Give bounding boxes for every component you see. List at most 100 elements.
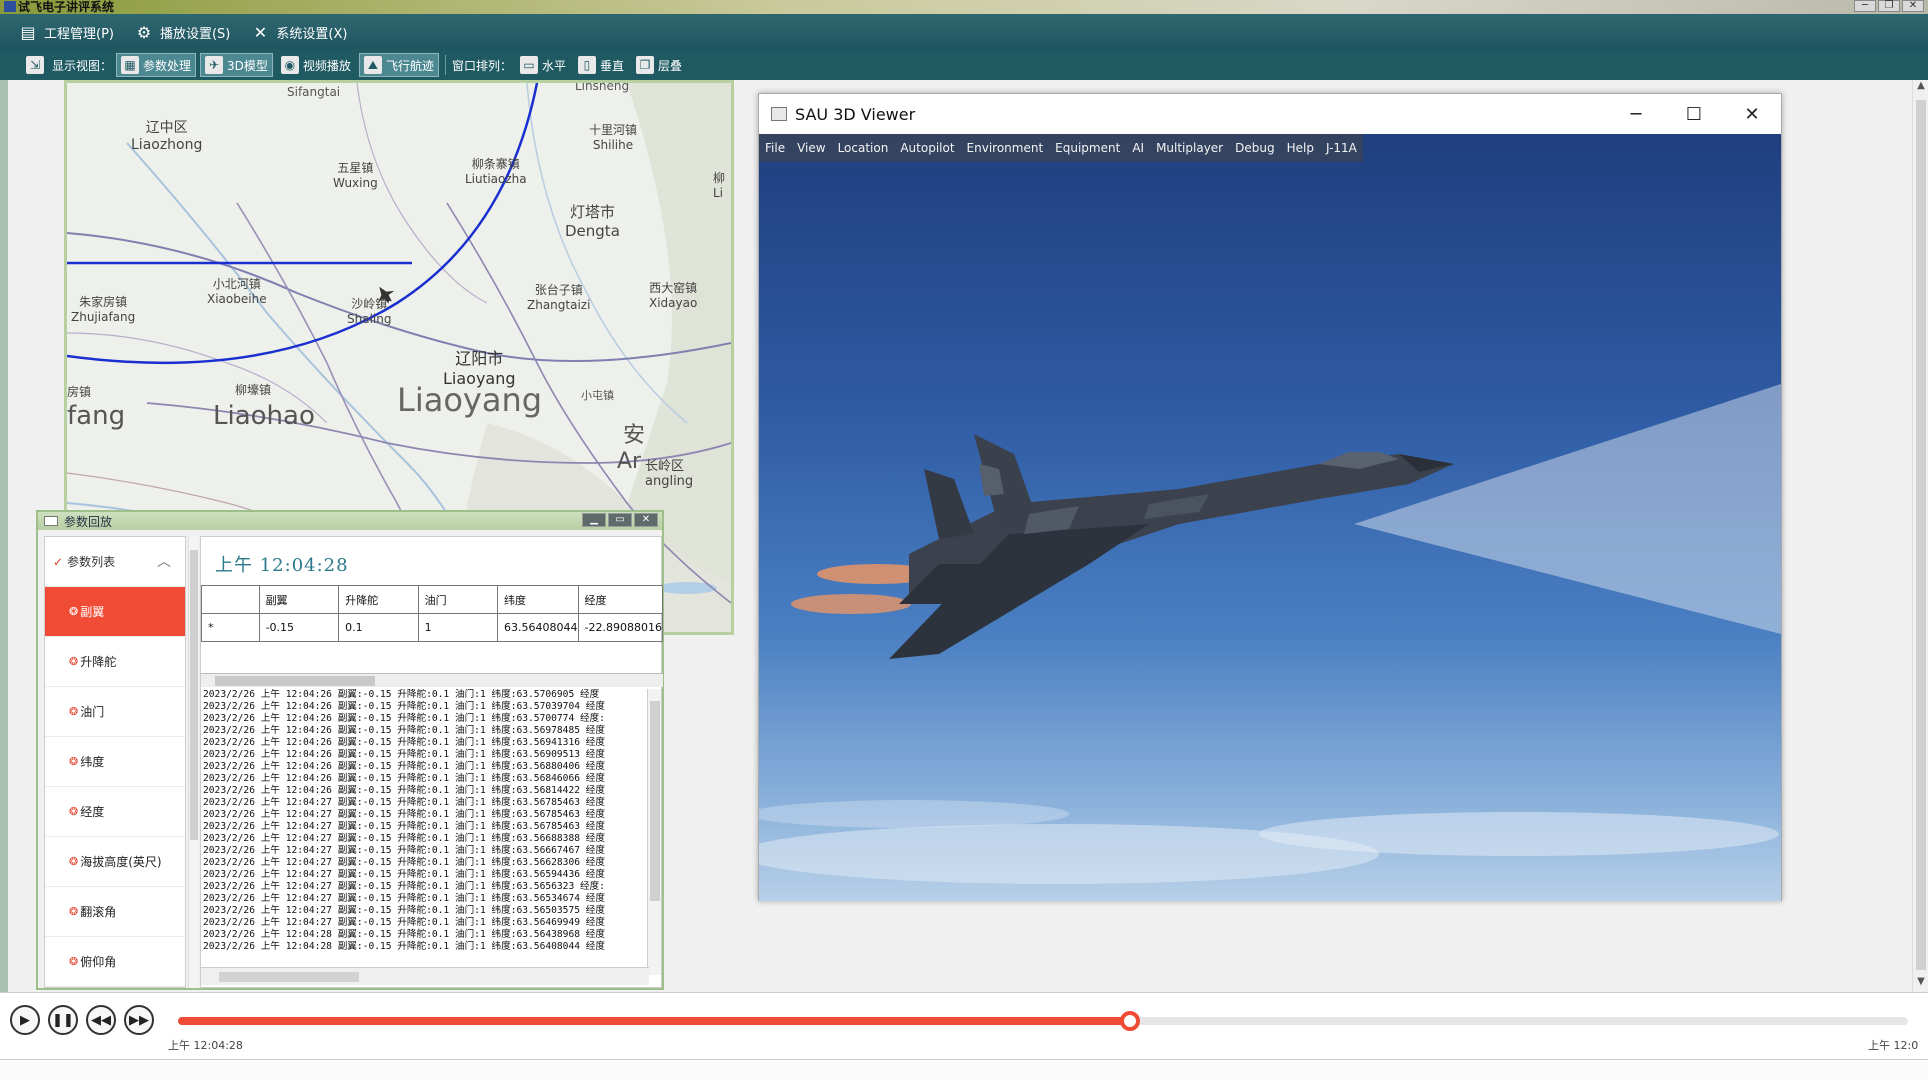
- map-label-zhujiafang-cn: 朱家房镇: [79, 295, 128, 309]
- scroll-up-icon[interactable]: ▲: [1913, 80, 1928, 96]
- table-cell[interactable]: 1: [417, 613, 499, 642]
- log-line: 2023/2/26 上午 12:04:27 副翼:-0.15 升降舵:0.1 油…: [203, 893, 605, 904]
- table-cell[interactable]: *: [201, 613, 260, 642]
- param-table-header: 纬度: [497, 585, 579, 614]
- map-label-zhangtaizi-en: Zhangtaizi: [527, 298, 591, 312]
- arrange-horizontal-button[interactable]: ▭ 水平: [516, 53, 570, 77]
- map-label-dengta: 灯塔市 Dengta: [565, 201, 620, 240]
- map-label-liu-en: Li: [713, 186, 724, 200]
- map-label-wuxing-cn: 五星镇: [337, 161, 374, 175]
- map-label-linsheng: Linsheng: [575, 80, 630, 93]
- viewer-3d-scene[interactable]: File View Location Autopilot Environment…: [759, 134, 1781, 901]
- view-video-button[interactable]: ◉ 视频播放: [277, 53, 355, 77]
- playback-slider-handle[interactable]: [1119, 1011, 1140, 1031]
- view-params-button[interactable]: ▦ 参数处理: [116, 53, 197, 77]
- chevron-up-icon[interactable]: ︿: [157, 551, 171, 571]
- param-list-item[interactable]: ❂ 海拔高度(英尺): [45, 837, 185, 887]
- toolbar-lead-icon: ⇲: [22, 53, 48, 77]
- arrange-vertical-label: 垂直: [599, 58, 624, 73]
- param-list-item[interactable]: ❂ 副翼: [45, 587, 185, 637]
- param-list-scrollbar[interactable]: [188, 536, 198, 988]
- gear-icon: ⚙: [136, 22, 152, 42]
- map-label-liutiaozhai: 柳条寨镇 Liutiaozha: [465, 155, 527, 186]
- param-item-label: 经度: [80, 805, 105, 819]
- param-table-header-row: 副翼 升降舵 油门 纬度 经度: [201, 585, 664, 614]
- param-window-icon: [44, 516, 58, 526]
- viewer-maximize-button[interactable]: ☐: [1665, 94, 1723, 134]
- viewer-minimize-button[interactable]: ─: [1607, 94, 1665, 134]
- restore-button[interactable]: ❐: [1878, 0, 1900, 12]
- log-line: 2023/2/26 上午 12:04:26 副翼:-0.15 升降舵:0.1 油…: [203, 785, 605, 796]
- horizontal-icon: ▭: [519, 56, 538, 74]
- pause-button[interactable]: ❚❚: [48, 1005, 78, 1035]
- param-list-item[interactable]: ❂ 升降舵: [45, 637, 185, 687]
- param-playback-window[interactable]: 参数回放 ▁ ▭ ✕ ✓ 参数列表 ︿ ❂ 副翼 ❂ 升降舵 ❂ 油门 ❂ 纬度 ❂ 经度…: [36, 510, 664, 990]
- param-item-label: 升降舵: [80, 655, 117, 669]
- view-3d-button[interactable]: ✈ 3D模型: [200, 53, 273, 77]
- param-list-item[interactable]: ❂ 纬度: [45, 737, 185, 787]
- log-line: 2023/2/26 上午 12:04:27 副翼:-0.15 升降舵:0.1 油…: [203, 821, 605, 832]
- map-label-liu: 柳 Li: [713, 169, 725, 200]
- table-cell[interactable]: -22.89088016: [577, 613, 664, 642]
- param-close-button[interactable]: ✕: [634, 513, 658, 527]
- menu-project[interactable]: ▤ 工程管理(P): [18, 22, 114, 42]
- table-row[interactable]: * -0.15 0.1 1 63.56408044 -22.89088016: [201, 613, 664, 642]
- log-hscroll-thumb[interactable]: [219, 972, 359, 982]
- bullet-icon: ❂: [69, 905, 79, 918]
- arrange-vertical-button[interactable]: ▯ 垂直: [574, 53, 628, 77]
- playback-progress-track[interactable]: [178, 1011, 1908, 1031]
- map-label-xidayao: 西大窑镇 Xidayao: [649, 279, 697, 310]
- rewind-button[interactable]: ◀◀: [86, 1005, 116, 1035]
- log-hscrollbar[interactable]: [201, 967, 649, 985]
- param-window-titlebar[interactable]: 参数回放: [38, 512, 662, 530]
- param-maximize-button[interactable]: ▭: [608, 513, 632, 527]
- table-icon: ▦: [121, 56, 140, 74]
- param-item-label: 油门: [80, 705, 105, 719]
- map-label-liutiaozhai-en: Liutiaozha: [465, 172, 527, 186]
- param-list-item[interactable]: ❂ 俯仰角: [45, 937, 185, 987]
- map-label-zhangtaizi-cn: 张台子镇: [534, 283, 583, 297]
- log-line: 2023/2/26 上午 12:04:27 副翼:-0.15 升降舵:0.1 油…: [203, 917, 605, 928]
- close-button[interactable]: ✕: [1902, 0, 1924, 12]
- table-hscrollbar[interactable]: [201, 673, 663, 687]
- viewer-close-button[interactable]: ✕: [1723, 94, 1781, 134]
- view-track-button[interactable]: ⛰ 飞行航迹: [358, 53, 439, 77]
- log-vscroll-thumb[interactable]: [650, 701, 660, 901]
- map-label-xiaobeihe-en: Xiaobeihe: [207, 292, 267, 306]
- table-cell[interactable]: 0.1: [338, 613, 419, 642]
- workspace-vscrollbar[interactable]: ▲ ▼: [1912, 80, 1928, 992]
- table-cell[interactable]: -0.15: [258, 613, 340, 642]
- play-button[interactable]: ▶: [10, 1005, 40, 1035]
- param-list-header[interactable]: ✓ 参数列表 ︿: [45, 537, 185, 587]
- param-minimize-button[interactable]: ▁: [582, 513, 606, 527]
- view-params-label: 参数处理: [143, 58, 192, 73]
- param-list-item[interactable]: ❂ 经度: [45, 787, 185, 837]
- playback-start-time: 上午 12:04:28: [168, 1039, 243, 1052]
- scroll-down-icon[interactable]: ▼: [1913, 976, 1928, 992]
- forward-button[interactable]: ▶▶: [124, 1005, 154, 1035]
- workspace-scroll-thumb[interactable]: [1916, 100, 1926, 970]
- sau-3d-viewer-window[interactable]: SAU 3D Viewer ─ ☐ ✕ File View Location A…: [758, 93, 1782, 901]
- map-label-shilihe: 十里河镇 Shilihe: [589, 121, 637, 152]
- menu-bar: ▤ 工程管理(P) ⚙ 播放设置(S) ✕ 系统设置(X): [0, 14, 1928, 50]
- param-list-scroll-thumb[interactable]: [190, 550, 198, 840]
- param-item-label: 海拔高度(英尺): [80, 855, 162, 869]
- menu-playback-settings[interactable]: ⚙ 播放设置(S): [134, 22, 231, 42]
- menu-system-settings[interactable]: ✕ 系统设置(X): [250, 22, 348, 42]
- table-hscroll-thumb[interactable]: [215, 676, 375, 686]
- map-label-zhujiafang-en: Zhujiafang: [71, 310, 136, 324]
- bullet-icon: ❂: [69, 705, 79, 718]
- bullet-icon: ❂: [69, 955, 79, 968]
- view-video-label: 视频播放: [302, 58, 351, 73]
- table-cell[interactable]: 63.56408044: [497, 613, 579, 642]
- viewer-window-controls: ─ ☐ ✕: [1607, 94, 1781, 134]
- param-list-item[interactable]: ❂ 翻滚角: [45, 887, 185, 937]
- tools-icon: ✕: [253, 22, 268, 42]
- param-list-item[interactable]: ❂ 油门: [45, 687, 185, 737]
- view-3d-label: 3D模型: [227, 58, 268, 73]
- log-vscrollbar[interactable]: [647, 689, 661, 975]
- param-item-label: 俯仰角: [80, 955, 117, 969]
- param-list: ✓ 参数列表 ︿ ❂ 副翼 ❂ 升降舵 ❂ 油门 ❂ 纬度 ❂ 经度 ❂ 海拔高度(英尺) …: [44, 536, 186, 988]
- arrange-cascade-button[interactable]: ❐ 层叠: [632, 53, 686, 77]
- minimize-button[interactable]: ─: [1854, 0, 1876, 12]
